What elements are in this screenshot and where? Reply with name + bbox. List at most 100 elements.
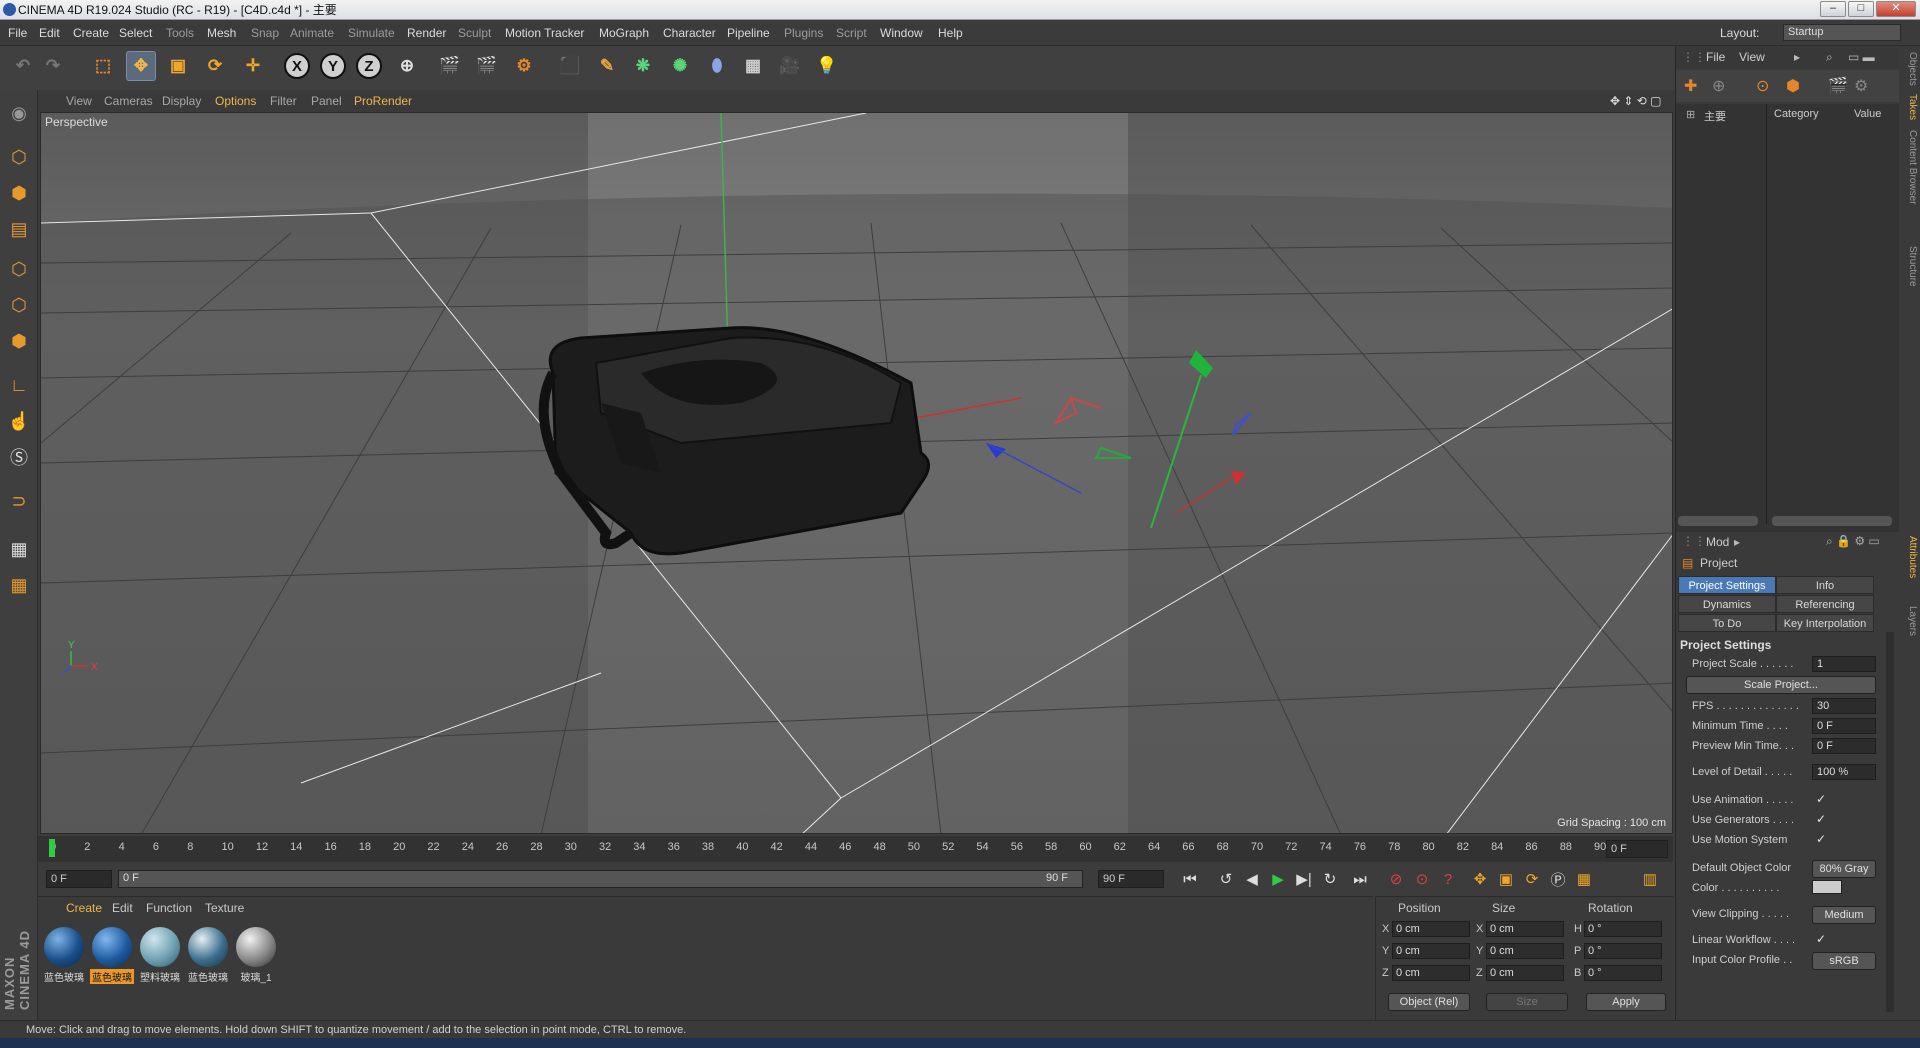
use-generators-checkbox[interactable]: ✓ — [1816, 812, 1826, 826]
end-frame-field[interactable]: 90 F — [1098, 870, 1164, 888]
maximize-button[interactable]: □ — [1848, 1, 1874, 17]
previous-frame-icon[interactable]: ◀ — [1240, 867, 1264, 891]
menu-render[interactable]: Render — [407, 20, 446, 46]
rotate-tool-icon[interactable]: ⟳ — [200, 51, 230, 81]
layer-icon[interactable]: ⬢ — [1786, 76, 1800, 96]
menu-script[interactable]: Script — [836, 20, 867, 46]
search-icon[interactable]: ⌕ — [1826, 46, 1833, 68]
autokey-icon[interactable]: ⊙ — [1410, 867, 1434, 891]
menu-window[interactable]: Window — [880, 20, 923, 46]
material-swatch[interactable]: 玻璃_1 — [234, 927, 278, 987]
y-axis-lock-button[interactable]: Y — [320, 53, 346, 79]
key-parameter-icon[interactable]: Ⓟ — [1546, 867, 1570, 891]
preview-range-slider[interactable]: 0 F 90 F — [118, 870, 1083, 888]
polygons-mode-icon[interactable]: ⬢ — [4, 326, 34, 356]
material-swatch[interactable]: 蓝色玻璃 — [90, 927, 134, 987]
scale-project-button[interactable]: Scale Project... — [1686, 676, 1876, 694]
make-editable-icon[interactable]: ◉ — [4, 98, 34, 128]
side-tab-attributes[interactable]: Attributes — [1904, 536, 1918, 578]
minimum-time-field[interactable]: 0 F — [1812, 718, 1876, 734]
points-mode-icon[interactable]: ⬡ — [4, 254, 34, 284]
material-tab-function[interactable]: Function — [146, 901, 192, 915]
viewport-menu-options[interactable]: Options — [215, 90, 256, 112]
subdivision-icon[interactable]: ❋ — [628, 51, 658, 81]
take-icon[interactable]: 🎬 — [1828, 76, 1848, 96]
minimize-button[interactable]: – — [1820, 1, 1846, 17]
key-scale-icon[interactable]: ▣ — [1494, 867, 1518, 891]
size-x-field[interactable]: 0 cm — [1486, 921, 1564, 937]
menu-animate[interactable]: Animate — [290, 20, 334, 46]
model-mode-icon[interactable]: ⬡ — [4, 142, 34, 172]
tab-info[interactable]: Info — [1776, 576, 1874, 594]
live-selection-icon[interactable]: ⬚ — [88, 51, 118, 81]
side-tab-layers[interactable]: Layers — [1904, 606, 1918, 636]
coordinate-mode-select[interactable]: Object (Rel) — [1388, 993, 1470, 1011]
next-key-icon[interactable]: ↻ — [1318, 867, 1342, 891]
transform-tool-icon[interactable]: ✛ — [238, 51, 268, 81]
close-button[interactable]: ✕ — [1876, 1, 1916, 17]
tab-key-interpolation[interactable]: Key Interpolation — [1776, 614, 1874, 632]
magnet-icon[interactable]: ⊃ — [4, 486, 34, 516]
object-icon[interactable]: ⊕ — [1712, 76, 1725, 96]
menu-simulate[interactable]: Simulate — [348, 20, 395, 46]
rotation-p-field[interactable]: 0 ° — [1584, 943, 1662, 959]
layout-select[interactable]: Startup — [1783, 24, 1901, 41]
horizontal-scrollbar[interactable] — [1772, 516, 1892, 526]
input-color-profile-select[interactable]: sRGB — [1812, 952, 1876, 970]
key-pla-icon[interactable]: ▦ — [1572, 867, 1596, 891]
edges-mode-icon[interactable]: ⬡ — [4, 290, 34, 320]
object-list[interactable]: ⊞ 主要 Category Value — [1676, 104, 1899, 574]
previous-key-icon[interactable]: ↺ — [1214, 867, 1238, 891]
menu-motion-tracker[interactable]: Motion Tracker — [505, 20, 584, 46]
project-scale-field[interactable]: 1 — [1812, 656, 1876, 672]
horizontal-scrollbar[interactable] — [1678, 516, 1758, 526]
viewport-menu-view[interactable]: View — [66, 90, 92, 112]
preview-min-time-field[interactable]: 0 F — [1812, 738, 1876, 754]
menu-arrow-icon[interactable]: ▸ — [1734, 535, 1740, 549]
size-mode-select[interactable]: Size — [1486, 993, 1568, 1011]
snap-icon[interactable]: Ⓢ — [4, 442, 34, 472]
workplane-lock-icon[interactable]: ▦ — [4, 534, 34, 564]
material-tab-create[interactable]: Create — [66, 901, 102, 915]
linear-workflow-checkbox[interactable]: ✓ — [1816, 932, 1826, 946]
menu-file[interactable]: File — [8, 20, 27, 46]
pen-spline-icon[interactable]: ✎ — [592, 51, 622, 81]
viewport-menu-panel[interactable]: Panel — [311, 90, 342, 112]
material-tab-texture[interactable]: Texture — [205, 901, 244, 915]
menu-edit[interactable]: Edit — [39, 20, 60, 46]
material-swatch[interactable]: 蓝色玻璃 — [186, 927, 230, 987]
current-frame-field[interactable]: 0 F — [1606, 840, 1668, 858]
menu-tools[interactable]: Tools — [166, 20, 194, 46]
cloner-icon[interactable]: ✺ — [665, 51, 695, 81]
menu-help[interactable]: Help — [938, 20, 963, 46]
cube-icon[interactable]: ⬛ — [555, 51, 585, 81]
z-axis-lock-button[interactable]: Z — [356, 53, 382, 79]
move-tool-icon[interactable]: ✥ — [126, 51, 156, 81]
deformer-icon[interactable]: ⬮ — [702, 51, 732, 81]
undo-icon[interactable]: ↶ — [8, 51, 38, 81]
render-settings-icon[interactable]: ⚙ — [509, 51, 539, 81]
viewport-menu-prorender[interactable]: ProRender — [354, 90, 412, 112]
material-swatch[interactable]: 蓝色玻璃 — [42, 927, 86, 987]
expand-icon[interactable]: ⊞ — [1686, 108, 1695, 121]
side-tab-structure[interactable]: Structure — [1904, 246, 1918, 287]
side-tab-takes[interactable]: Takes — [1904, 94, 1918, 120]
add-object-icon[interactable]: ✚ — [1684, 76, 1697, 96]
size-y-field[interactable]: 0 cm — [1486, 943, 1564, 959]
override-icon[interactable]: ⚙ — [1854, 76, 1868, 96]
menu-plugins[interactable]: Plugins — [784, 20, 823, 46]
texture-mode-icon[interactable]: ⬢ — [4, 178, 34, 208]
viewport-menu-cameras[interactable]: Cameras — [104, 90, 153, 112]
timeline-ruler[interactable]: 0246810121416182022242628303234363840424… — [38, 836, 1673, 862]
attribute-nav-icons[interactable]: ⌕ 🔒 ⚙ ▭ — [1826, 534, 1880, 549]
menu-arrow-icon[interactable]: ▸ — [1794, 46, 1800, 68]
key-rotation-icon[interactable]: ⟳ — [1520, 867, 1544, 891]
camera-icon[interactable]: 🎥 — [775, 51, 805, 81]
workplane-icon[interactable]: ▤ — [4, 214, 34, 244]
rotation-b-field[interactable]: 0 ° — [1584, 965, 1662, 981]
tab-dynamics[interactable]: Dynamics — [1678, 595, 1776, 613]
default-object-color-select[interactable]: 80% Gray — [1812, 860, 1876, 878]
go-to-start-icon[interactable]: ⏮ — [1178, 867, 1202, 891]
level-of-detail-field[interactable]: 100 % — [1812, 764, 1876, 780]
side-tab-objects[interactable]: Objects — [1904, 52, 1918, 86]
